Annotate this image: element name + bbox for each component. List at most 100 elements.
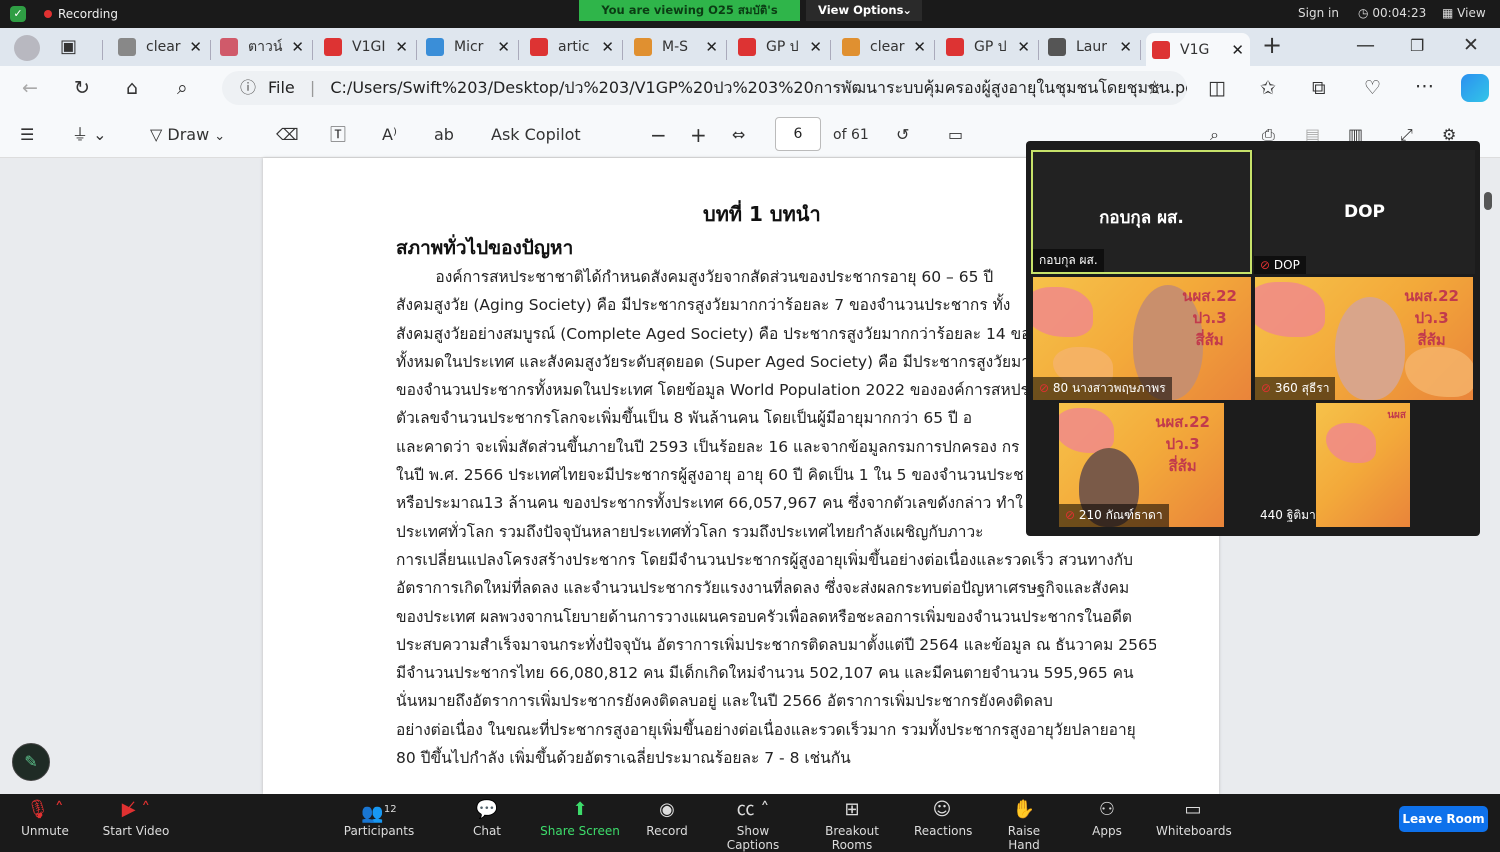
profile-avatar[interactable]	[14, 35, 40, 61]
whiteboards-button[interactable]: ▭ Whiteboards	[1156, 794, 1232, 844]
restore-icon[interactable]: ❐	[1410, 36, 1424, 56]
tab-actions-icon[interactable]: ▣	[60, 37, 77, 57]
back-icon[interactable]: ←	[22, 78, 38, 98]
browser-tab[interactable]: M-S ✕	[628, 33, 724, 61]
close-tab-icon[interactable]: ✕	[291, 38, 304, 56]
eraser-icon[interactable]: ⌫	[276, 124, 299, 146]
apps-button[interactable]: ⚇ Apps	[1090, 794, 1124, 844]
view-options-button[interactable]: View Options ⌄	[806, 0, 922, 21]
unmute-button[interactable]: 🎙︎ ˄ Unmute	[14, 794, 76, 844]
highlight-icon[interactable]: ⏚ ⌄	[72, 124, 107, 146]
participants-button[interactable]: 👥12 Participants	[340, 794, 418, 844]
tab-label: GP ป	[766, 39, 799, 55]
participant-display-name: กอบกุล ผส.	[1099, 208, 1184, 228]
muted-mic-icon: ⊘	[1039, 381, 1050, 395]
reactions-icon: ☺	[932, 799, 952, 820]
muted-mic-icon: ⊘	[1260, 258, 1271, 272]
more-menu-icon[interactable]: ⋯	[1415, 76, 1434, 96]
minimize-icon[interactable]: —	[1356, 35, 1375, 55]
home-icon[interactable]: ⌂	[126, 78, 138, 98]
browser-essentials-icon[interactable]: ♡	[1364, 78, 1381, 98]
fit-page-icon[interactable]: ⇔	[732, 124, 745, 146]
close-tab-icon[interactable]: ✕	[809, 38, 822, 56]
tab-label: clear	[146, 39, 181, 55]
sign-in-link[interactable]: Sign in	[1298, 6, 1339, 20]
copilot-icon[interactable]	[1461, 74, 1489, 102]
draw-button[interactable]: ▽ Draw ⌄	[150, 124, 225, 148]
split-screen-icon[interactable]: ◫	[1208, 78, 1226, 98]
tab-label: GP ป	[974, 39, 1007, 55]
participant-tile[interactable]: นผส.22 ปว.3 สี่ส้ม ⊘ 360 สุธีรา	[1255, 277, 1473, 400]
participant-gallery: กอบกุล ผส. กอบกุล ผส. DOP ⊘ DOP นผส.22 ป…	[1026, 141, 1480, 536]
close-tab-icon[interactable]: ✕	[1231, 41, 1244, 59]
close-window-icon[interactable]: ✕	[1463, 35, 1479, 55]
tab-label: V1GI	[352, 39, 386, 55]
annotate-pen-icon[interactable]: ✎	[12, 743, 50, 781]
browser-tab[interactable]: clear ✕	[836, 33, 932, 61]
translate-icon[interactable]: ab	[434, 124, 454, 146]
read-aloud-icon[interactable]: A⁾	[382, 124, 397, 146]
reactions-button[interactable]: ☺ Reactions	[914, 794, 972, 844]
browser-tab[interactable]: Micr ✕	[420, 33, 516, 61]
start-video-button[interactable]: ▶̸ ˄ Start Video	[100, 794, 172, 844]
show-captions-button[interactable]: ㏄ ˄ Show Captions	[712, 794, 794, 852]
scrollbar-thumb[interactable]	[1484, 192, 1492, 210]
contents-icon[interactable]: ☰	[20, 124, 34, 146]
close-tab-icon[interactable]: ✕	[1119, 38, 1132, 56]
participant-tile[interactable]: นผส.22 ปว.3 สี่ส้ม ⊘ 210 กัณฑ์ธาดา	[1059, 403, 1224, 527]
browser-tab[interactable]: clear ✕	[112, 33, 208, 61]
zoom-in-button[interactable]: +	[690, 124, 707, 146]
document-line: ประสบความสำเร็จมาจนกระทั่งปัจจุบัน อัตรา…	[396, 635, 1156, 654]
view-button[interactable]: ▦ View	[1442, 6, 1486, 20]
browser-tab[interactable]: ตาวน์ ✕	[214, 33, 310, 61]
browser-tab[interactable]: Laur ✕	[1042, 33, 1138, 61]
close-tab-icon[interactable]: ✕	[189, 38, 202, 56]
document-line: ของประเทศ ผลพวงจากนโยบายด้านการวางแผนครอ…	[396, 607, 1132, 626]
recording-indicator[interactable]: Recording	[36, 5, 126, 23]
record-button[interactable]: ◉ Record	[644, 794, 690, 844]
search-icon[interactable]: ⌕	[177, 78, 188, 98]
poster-text: นผส.22 ปว.3 สี่ส้ม	[1182, 287, 1237, 349]
participant-tile[interactable]: นผส 440 ฐิติมา	[1254, 403, 1475, 527]
page-number-input[interactable]: 6	[775, 117, 821, 151]
chat-button[interactable]: 💬 Chat	[468, 794, 506, 844]
leave-room-button[interactable]: Leave Room	[1399, 806, 1488, 832]
rotate-icon[interactable]: ↺	[896, 124, 909, 146]
url-field[interactable]: ⓘ File | C:/Users/Swift%203/Desktop/ปว%2…	[222, 71, 1187, 105]
zoom-out-button[interactable]: −	[650, 124, 667, 146]
participant-display-name: DOP	[1343, 202, 1386, 222]
document-line: อย่างต่อเนื่อง ในขณะที่ประชากรสูงอายุเพิ…	[396, 720, 1136, 739]
close-tab-icon[interactable]: ✕	[913, 38, 926, 56]
browser-tab[interactable]: V1GI ✕	[318, 33, 414, 61]
participant-tile[interactable]: DOP ⊘ DOP	[1254, 150, 1475, 274]
share-screen-button[interactable]: ⬆ Share Screen	[540, 794, 620, 844]
participant-tile[interactable]: กอบกุล ผส. กอบกุล ผส.	[1031, 150, 1252, 274]
page-view-icon[interactable]: ▭	[948, 124, 963, 146]
ask-copilot-button[interactable]: Ask Copilot	[491, 124, 581, 146]
tab-label: clear	[870, 39, 905, 55]
refresh-icon[interactable]: ↻	[74, 78, 90, 98]
record-dot-icon	[44, 10, 52, 18]
grid-icon: ▦	[1442, 6, 1454, 20]
favorite-star-icon[interactable]: ☆	[1146, 78, 1163, 98]
browser-tab[interactable]: GP ป ✕	[940, 33, 1036, 61]
section-heading: สภาพทั่วไปของปัญหา	[396, 237, 574, 259]
close-tab-icon[interactable]: ✕	[395, 38, 408, 56]
new-tab-icon[interactable]: +	[1262, 33, 1282, 57]
clock-icon: ◷	[1358, 6, 1369, 20]
close-tab-icon[interactable]: ✕	[601, 38, 614, 56]
tab-favicon-icon	[946, 38, 964, 56]
url-scheme: File	[268, 78, 295, 97]
close-tab-icon[interactable]: ✕	[705, 38, 718, 56]
browser-tab[interactable]: artic ✕	[524, 33, 620, 61]
participant-tile[interactable]: นผส.22 ปว.3 สี่ส้ม ⊘ 80 นางสาวพฤษภาพร	[1033, 277, 1251, 400]
raise-hand-button[interactable]: ✋ Raise Hand	[992, 794, 1056, 852]
close-tab-icon[interactable]: ✕	[497, 38, 510, 56]
close-tab-icon[interactable]: ✕	[1017, 38, 1030, 56]
browser-tab[interactable]: V1G ✕	[1146, 33, 1250, 66]
browser-tab[interactable]: GP ป ✕	[732, 33, 828, 61]
favorites-icon[interactable]: ✩	[1260, 78, 1276, 98]
breakout-rooms-button[interactable]: ⊞ Breakout Rooms	[806, 794, 898, 852]
text-box-icon[interactable]: 🅃	[330, 124, 346, 146]
collections-icon[interactable]: ⧉	[1312, 78, 1326, 98]
